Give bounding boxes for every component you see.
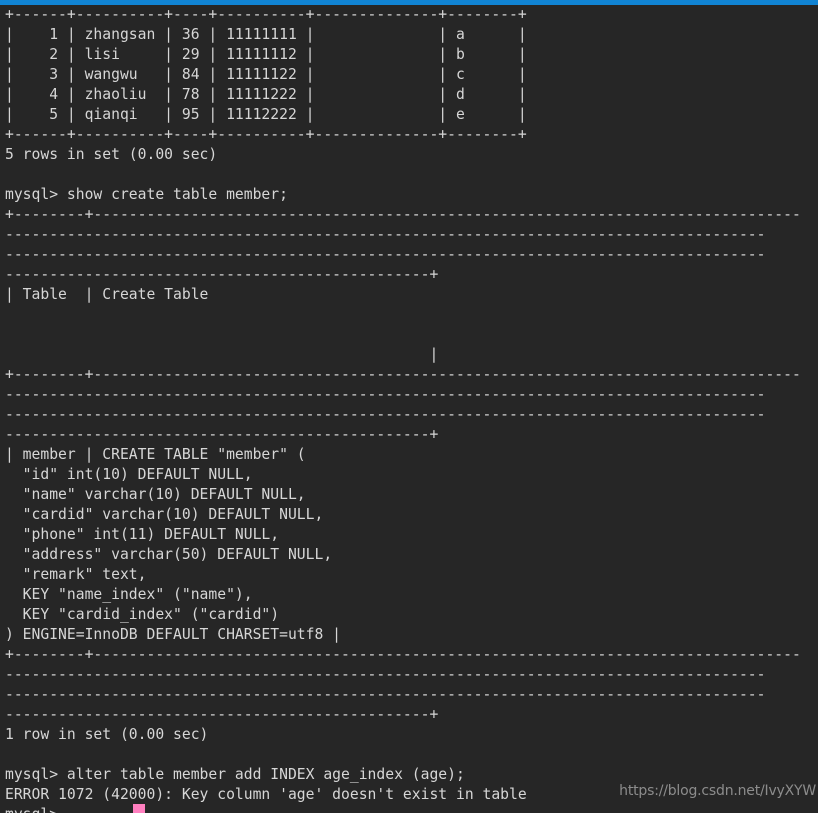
terminal-line: KEY "name_index" ("name"), xyxy=(5,586,253,603)
terminal-line: ----------------------------------------… xyxy=(5,266,439,283)
terminal-line: mysql> xyxy=(5,805,818,813)
terminal-line: | 3 | wangwu | 84 | 11111122 | | c | xyxy=(5,66,527,83)
terminal-line: | xyxy=(5,346,439,363)
terminal-output-area[interactable]: +------+----------+----+----------+-----… xyxy=(0,5,818,813)
terminal-line: "address" varchar(50) DEFAULT NULL, xyxy=(5,546,333,563)
terminal-line: "id" int(10) DEFAULT NULL, xyxy=(5,466,253,483)
text-cursor xyxy=(133,804,145,813)
terminal-line: "remark" text, xyxy=(5,566,147,583)
terminal-line: "phone" int(11) DEFAULT NULL, xyxy=(5,526,280,543)
terminal-line: ERROR 1072 (42000): Key column 'age' doe… xyxy=(5,786,527,803)
terminal-line: ----------------------------------------… xyxy=(5,386,766,403)
terminal-line: ----------------------------------------… xyxy=(5,246,766,263)
terminal-line: | 5 | qianqi | 95 | 11112222 | | e | xyxy=(5,106,527,123)
terminal-line: +------+----------+----+----------+-----… xyxy=(5,126,527,143)
terminal-line: | Table | Create Table xyxy=(5,286,209,303)
terminal-line: mysql> alter table member add INDEX age_… xyxy=(5,766,465,783)
terminal-body[interactable]: +------+----------+----+----------+-----… xyxy=(0,5,818,813)
terminal-line: mysql> show create table member; xyxy=(5,186,288,203)
terminal-line: | 1 | zhangsan | 36 | 11111111 | | a | xyxy=(5,26,527,43)
terminal-line: "cardid" varchar(10) DEFAULT NULL, xyxy=(5,506,324,523)
terminal-line: +--------+------------------------------… xyxy=(5,366,801,383)
terminal-line: +--------+------------------------------… xyxy=(5,646,801,663)
terminal-line: ----------------------------------------… xyxy=(5,406,766,423)
terminal-line: ----------------------------------------… xyxy=(5,686,766,703)
terminal-line: | member | CREATE TABLE "member" ( xyxy=(5,446,306,463)
terminal-line: | 4 | zhaoliu | 78 | 11111222 | | d | xyxy=(5,86,527,103)
terminal-line: ----------------------------------------… xyxy=(5,226,766,243)
terminal-line: "name" varchar(10) DEFAULT NULL, xyxy=(5,486,306,503)
terminal-line: ----------------------------------------… xyxy=(5,666,766,683)
terminal-line: ----------------------------------------… xyxy=(5,706,439,723)
terminal-line: ) ENGINE=InnoDB DEFAULT CHARSET=utf8 | xyxy=(5,626,342,643)
terminal-line: ----------------------------------------… xyxy=(5,426,439,443)
terminal-line: +--------+------------------------------… xyxy=(5,206,801,223)
terminal-line: KEY "cardid_index" ("cardid") xyxy=(5,606,280,623)
terminal-line: 5 rows in set (0.00 sec) xyxy=(5,146,218,163)
terminal-line: +------+----------+----+----------+-----… xyxy=(5,6,527,23)
terminal-window: +------+----------+----+----------+-----… xyxy=(0,0,818,813)
terminal-line: | 2 | lisi | 29 | 11111112 | | b | xyxy=(5,46,527,63)
terminal-line: 1 row in set (0.00 sec) xyxy=(5,726,209,743)
